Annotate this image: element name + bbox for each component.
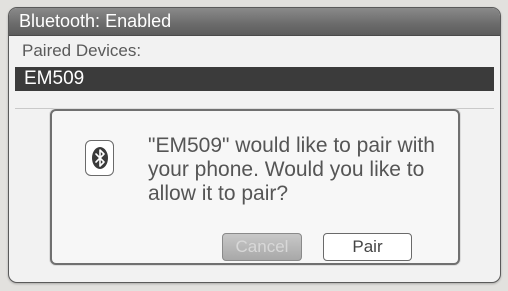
device-list-item[interactable]: EM509 bbox=[15, 67, 494, 91]
bluetooth-window: Bluetooth: Enabled Paired Devices: EM509… bbox=[8, 7, 501, 283]
pairing-message: "EM509" would like to pair with your pho… bbox=[148, 134, 435, 205]
bluetooth-icon bbox=[85, 140, 114, 176]
device-name: EM509 bbox=[24, 68, 85, 89]
paired-devices-label: Paired Devices: bbox=[22, 41, 142, 60]
cancel-button[interactable]: Cancel bbox=[222, 233, 302, 261]
bluetooth-glyph bbox=[91, 147, 108, 169]
pair-button[interactable]: Pair bbox=[323, 233, 412, 261]
window-title: Bluetooth: Enabled bbox=[9, 8, 500, 36]
pairing-dialog: "EM509" would like to pair with your pho… bbox=[50, 109, 460, 265]
